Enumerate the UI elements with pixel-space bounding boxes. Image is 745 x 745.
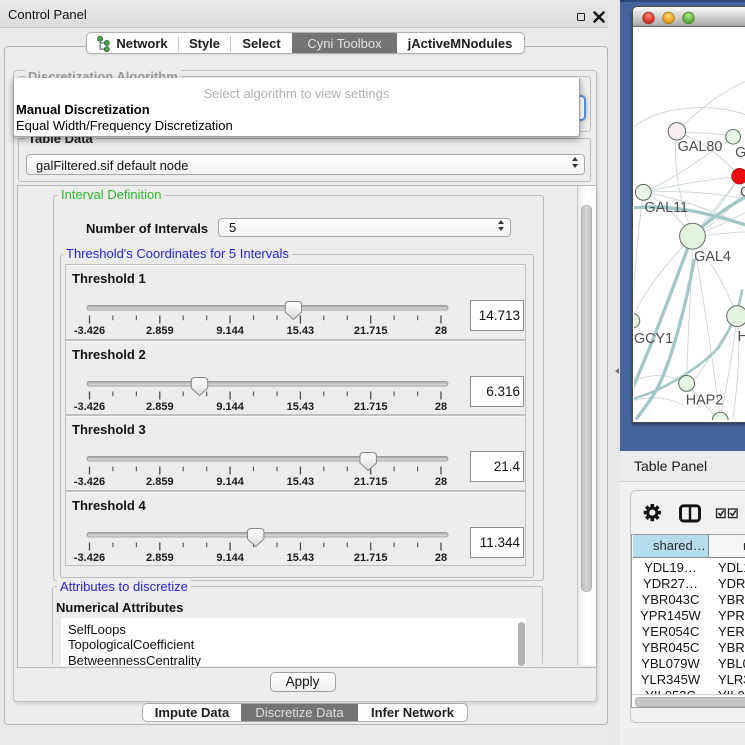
svg-text:GAL80: GAL80 [677,139,722,155]
svg-text:HAP2: HAP2 [685,392,723,408]
svg-text:H: H [737,329,745,345]
svg-text:GA: GA [735,145,745,161]
svg-text:GAL4: GAL4 [694,249,731,265]
svg-text:GCY1: GCY1 [634,331,673,347]
svg-text:GAL11: GAL11 [644,200,688,216]
svg-text:C: C [740,185,745,201]
